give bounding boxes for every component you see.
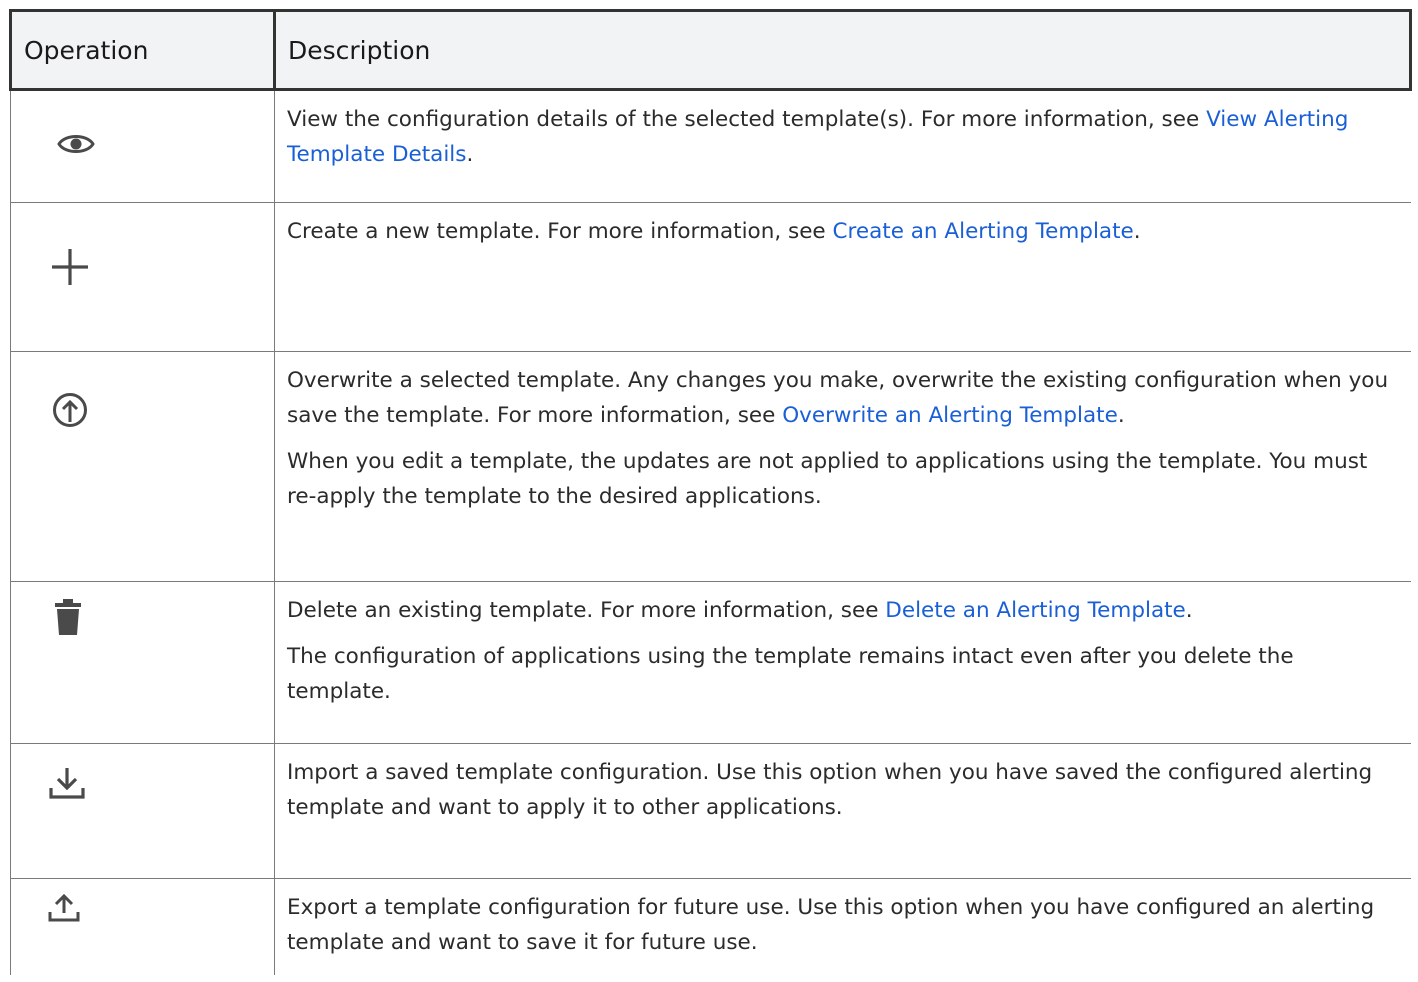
delete-template-link[interactable]: Delete an Alerting Template (885, 598, 1185, 623)
description-text-end: . (1117, 403, 1125, 428)
description-paragraph: Delete an existing template. For more in… (287, 593, 1391, 628)
description-text-end: . (1133, 219, 1141, 244)
plus-icon[interactable] (49, 246, 91, 288)
operations-table: Operation Description View the configura… (9, 9, 1412, 975)
description-paragraph: Import a saved template configuration. U… (287, 760, 1373, 820)
description-text: Delete an existing template. For more in… (287, 598, 886, 623)
description-paragraph: Export a template configuration for futu… (287, 895, 1375, 955)
operation-cell (10, 581, 275, 744)
description-text: Create a new template. For more informat… (287, 219, 833, 244)
description-cell: Import a saved template configuration. U… (274, 743, 1411, 879)
description-text-end: . (466, 142, 474, 167)
description-paragraph: View the configuration details of the se… (287, 102, 1391, 172)
description-paragraph: The configuration of applications using … (287, 644, 1294, 704)
table-row-import: Import a saved template configuration. U… (10, 743, 1411, 879)
description-cell: Overwrite a selected template. Any chang… (274, 351, 1411, 582)
eye-icon[interactable] (57, 131, 95, 157)
description-paragraph: Create a new template. For more informat… (287, 214, 1391, 249)
operation-cell (10, 878, 275, 975)
import-icon[interactable] (48, 766, 86, 800)
upload-circle-icon[interactable] (51, 391, 89, 429)
table-row-view: View the configuration details of the se… (10, 89, 1411, 203)
header-operation: Operation (9, 9, 276, 91)
description-text: View the configuration details of the se… (287, 107, 1207, 132)
table-row-delete: Delete an existing template. For more in… (10, 581, 1411, 744)
operation-cell (10, 202, 275, 352)
description-cell: Create a new template. For more informat… (274, 202, 1411, 352)
export-icon[interactable] (47, 893, 81, 923)
table-header-row: Operation Description (9, 9, 1412, 91)
header-description: Description (274, 9, 1412, 91)
description-paragraph: Overwrite a selected template. Any chang… (287, 363, 1391, 433)
overwrite-template-link[interactable]: Overwrite an Alerting Template (782, 403, 1118, 428)
description-cell: Export a template configuration for futu… (274, 878, 1411, 975)
description-cell: Delete an existing template. For more in… (274, 581, 1411, 744)
operation-cell (10, 743, 275, 879)
operation-cell (10, 89, 275, 203)
create-template-link[interactable]: Create an Alerting Template (832, 219, 1133, 244)
description-text-end: . (1185, 598, 1193, 623)
description-paragraph: When you edit a template, the updates ar… (287, 449, 1368, 509)
operation-cell (10, 351, 275, 582)
table-row-overwrite: Overwrite a selected template. Any chang… (10, 351, 1411, 582)
table-row-create: Create a new template. For more informat… (10, 202, 1411, 352)
trash-icon[interactable] (54, 599, 82, 635)
description-cell: View the configuration details of the se… (274, 89, 1411, 203)
table-row-export: Export a template configuration for futu… (10, 878, 1411, 975)
